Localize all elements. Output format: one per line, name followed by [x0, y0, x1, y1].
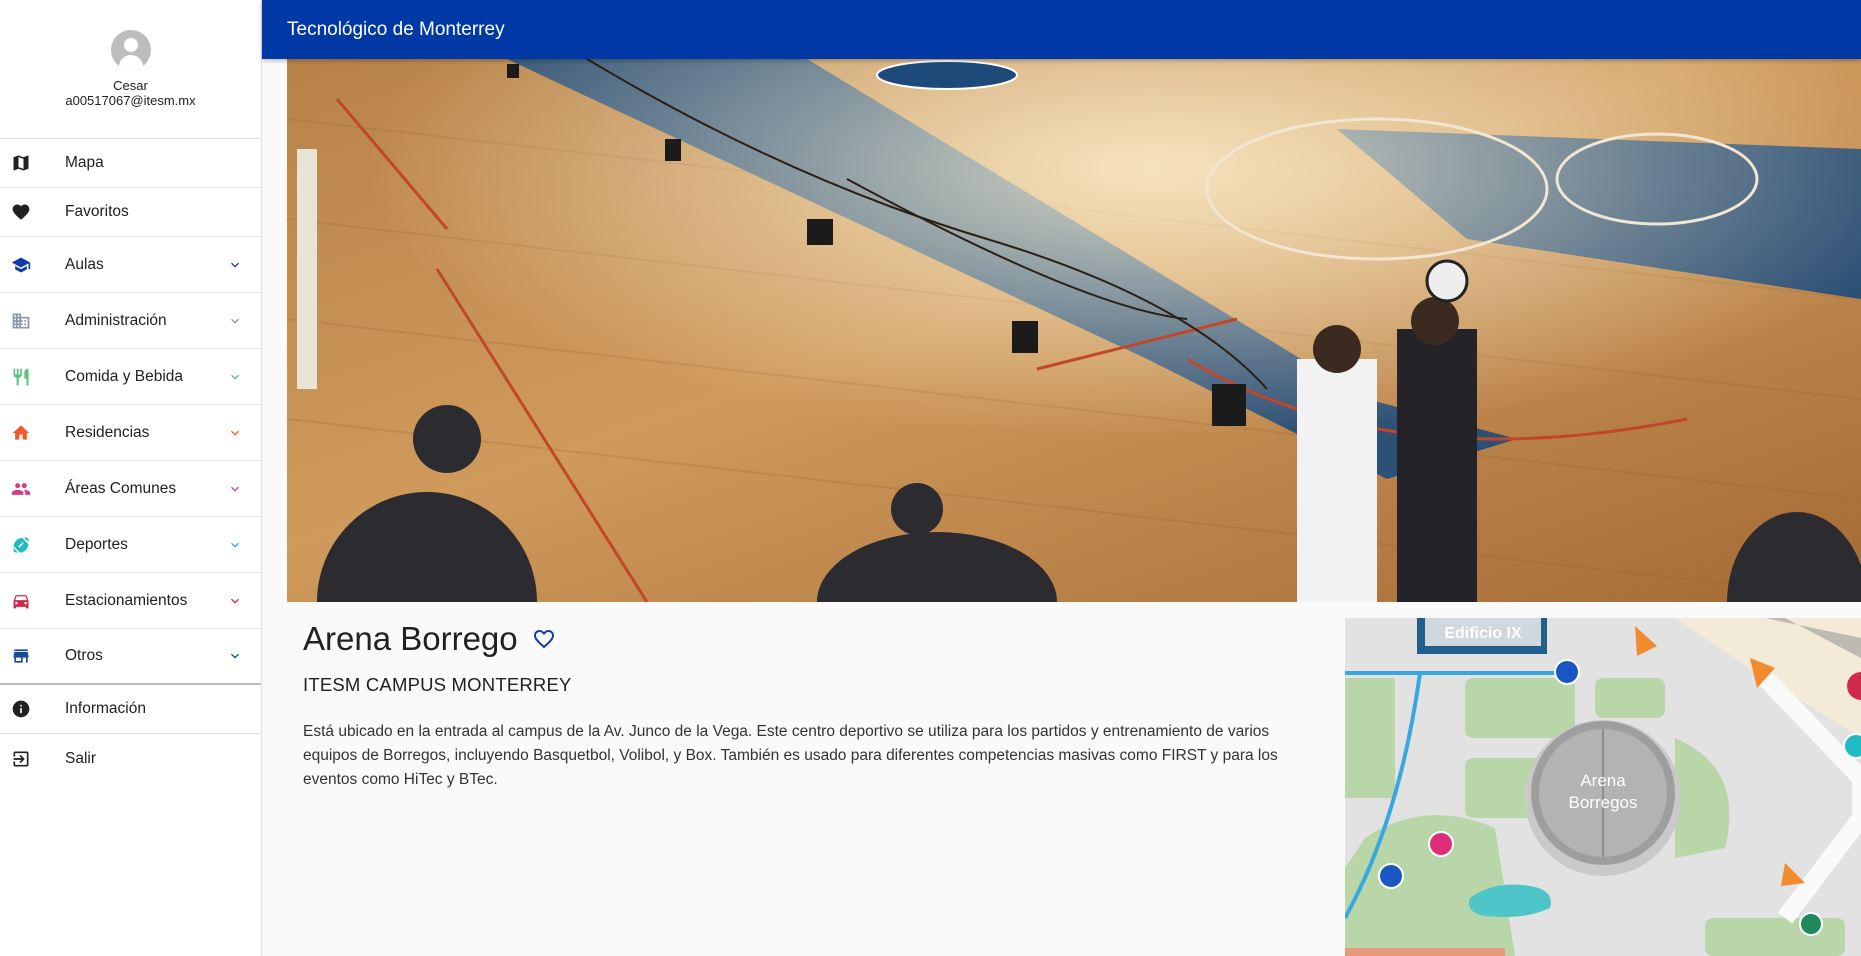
restaurant-icon [10, 366, 32, 388]
sidebar-item-label: Residencias [65, 423, 150, 441]
sidebar-item-salir[interactable]: Salir [0, 734, 261, 783]
chevron-down-icon[interactable] [227, 648, 243, 664]
place-description: Está ubicado en la entrada al campus de … [303, 723, 1278, 788]
car-icon [10, 590, 32, 612]
chevron-down-icon[interactable] [227, 369, 243, 385]
sidebar-item-label: Aulas [65, 255, 104, 273]
sidebar-item-label: Salir [65, 749, 97, 767]
map-place-label-2: Borregos [1569, 793, 1638, 812]
people-icon [10, 478, 32, 500]
favorite-heart-icon[interactable] [532, 627, 556, 651]
place-header: Arena Borrego [303, 620, 1323, 658]
chevron-down-icon[interactable] [227, 313, 243, 329]
map-place-label-1: Arena [1580, 771, 1626, 790]
business-icon [10, 310, 32, 332]
home-icon [10, 422, 32, 444]
user-profile: Cesar a00517067@itesm.mx [0, 0, 261, 139]
exit-icon [10, 748, 32, 770]
chevron-down-icon[interactable] [227, 257, 243, 273]
info-icon [10, 698, 32, 720]
place-photo [287, 59, 1861, 602]
sidebar-item-label: Información [65, 700, 146, 717]
sidebar-item-mapa[interactable]: Mapa [0, 139, 261, 188]
sidebar-item-favoritos[interactable]: Favoritos [0, 188, 261, 237]
map-building-label: Edificio IX [1444, 625, 1522, 642]
sidebar-item-informacion[interactable]: Información [0, 685, 261, 734]
sidebar-item-label: Deportes [65, 535, 128, 553]
place-details: Arena Borrego ITESM CAMPUS MONTERREY Est… [303, 620, 1323, 792]
place-title: Arena Borrego [303, 620, 518, 657]
sidebar-item-label: Administración [65, 311, 167, 329]
sidebar-item-residencias[interactable]: Residencias [0, 405, 261, 461]
sidebar-item-label: Comida y Bebida [65, 367, 184, 385]
sidebar-item-administracion[interactable]: Administración [0, 293, 261, 349]
chevron-down-icon[interactable] [227, 593, 243, 609]
user-email: a00517067@itesm.mx [65, 93, 196, 108]
sidebar-item-label: Otros [65, 647, 103, 664]
app-bar: Tecnológico de Monterrey [262, 0, 1861, 59]
map-icon [10, 152, 32, 174]
sidebar-item-label: Estacionamientos [65, 591, 188, 609]
user-name: Cesar [113, 78, 148, 93]
chevron-down-icon[interactable] [227, 425, 243, 441]
sidebar-item-estacionamientos[interactable]: Estacionamientos [0, 573, 261, 629]
sports-icon [10, 534, 32, 556]
store-icon [10, 645, 32, 667]
sidebar-item-comida[interactable]: Comida y Bebida [0, 349, 261, 405]
chevron-down-icon[interactable] [227, 481, 243, 497]
school-icon [10, 254, 32, 276]
sidebar-item-otros[interactable]: Otros [0, 629, 261, 685]
sidebar-item-deportes[interactable]: Deportes [0, 517, 261, 573]
sidebar-item-aulas[interactable]: Aulas [0, 237, 261, 293]
sidebar: Cesar a00517067@itesm.mx Mapa Favoritos … [0, 0, 262, 956]
app-title: Tecnológico de Monterrey [287, 18, 505, 40]
sidebar-item-label: Áreas Comunes [65, 479, 177, 497]
chevron-down-icon[interactable] [227, 537, 243, 553]
place-campus: ITESM CAMPUS MONTERREY [303, 674, 572, 695]
campus-map[interactable]: Edificio IX Arena Borregos [1345, 618, 1861, 956]
heart-icon [10, 201, 32, 223]
sidebar-item-areas-comunes[interactable]: Áreas Comunes [0, 461, 261, 517]
sidebar-item-label: Favoritos [65, 203, 129, 220]
avatar[interactable] [110, 30, 151, 70]
sidebar-item-label: Mapa [65, 154, 104, 171]
